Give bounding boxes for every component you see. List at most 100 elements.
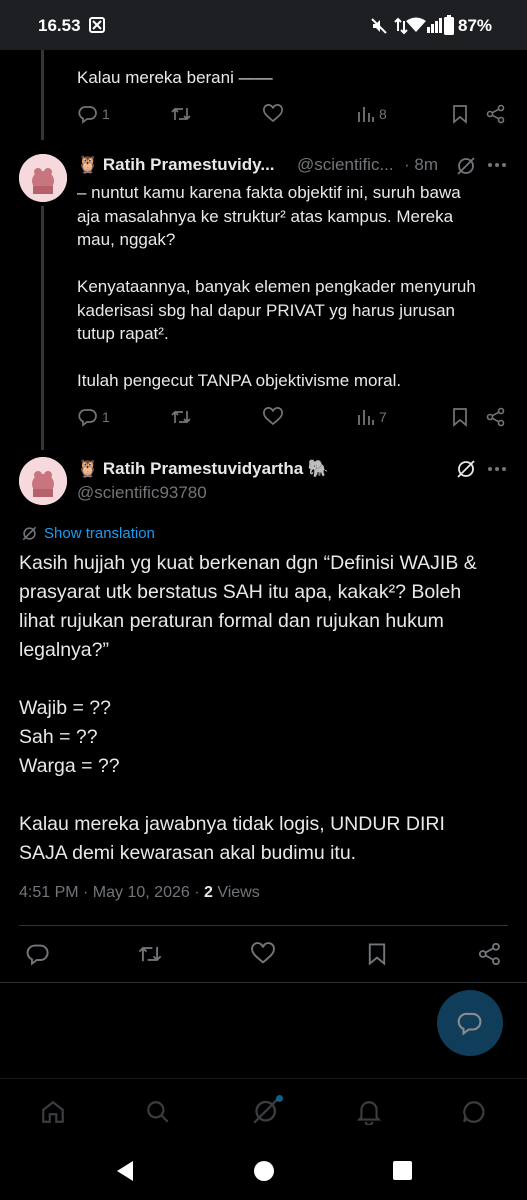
avatar-image [19,457,67,505]
reply-icon [457,1012,482,1036]
heart-icon [251,942,275,964]
more-icon[interactable] [487,466,507,472]
bookmark-icon [453,408,467,427]
bookmark-icon [368,943,386,966]
like-button[interactable] [263,407,283,427]
tweet-meta: 4:51 PM · May 10, 2026 · 2 Views [19,884,260,902]
tweet-timestamp[interactable]: 4:51 PM · May 10, 2026 · [19,884,204,901]
messages-icon[interactable] [460,1099,488,1125]
tweet-text: Kalau mereka berani —— [77,68,273,87]
views-icon [358,107,374,122]
views-button[interactable]: 8 [357,104,387,124]
grok-icon[interactable] [455,155,477,177]
author-handle[interactable]: @scientific93780 [77,483,207,503]
tweet-line: mau, nggak? [77,230,176,249]
share-button[interactable] [486,407,506,427]
author-name[interactable]: 🦉 Ratih Pramestuvidyartha 🐘 [77,459,329,479]
tweet-line: Kalau mereka jawabnya tidak logis, UNDUR… [19,813,445,835]
tweet-line: Warga = ?? [19,755,120,777]
reply-button[interactable] [26,942,50,966]
retweet-button[interactable] [137,942,163,966]
search-icon[interactable] [145,1099,171,1125]
retweet-button[interactable] [170,407,192,427]
reply-icon [26,944,49,966]
tweet-line: lihat rujukan peraturan formal dan rujuk… [19,610,444,632]
tweet-line: legalnya?” [19,639,109,661]
tweet-line: SAJA demi kewarasan akal budimu itu. [19,842,357,864]
retweet-button[interactable] [170,104,192,124]
heart-icon [263,407,283,426]
battery-icon [444,15,454,35]
bookmark-icon [453,105,467,124]
tweet-line: aja masalahnya ke struktur² atas kampus.… [77,206,454,226]
reply-count: 1 [102,409,110,425]
divider [19,925,508,926]
share-icon [478,942,500,966]
divider [0,982,527,983]
home-button-icon[interactable] [253,1160,275,1182]
heart-icon [263,104,283,123]
share-icon [486,407,505,427]
bottom-nav [0,1078,527,1144]
views-count: 2 [203,884,213,901]
retweet-icon [171,107,191,121]
main-tweet-body: Kasih hujjah yg kuat berkenan dgn “Defin… [19,549,519,868]
share-button[interactable] [478,942,502,966]
show-translation-button[interactable]: Show translation [21,525,155,542]
home-icon[interactable] [40,1099,66,1125]
compose-reply-button[interactable] [437,990,503,1056]
main-action-bar [0,942,527,966]
grok-icon [22,526,37,541]
like-button[interactable] [251,942,275,966]
notifications-icon[interactable] [357,1099,381,1125]
tweet-time[interactable]: · 8m [404,155,438,175]
views-icon [358,410,374,425]
tweet-line: prasyarat utk berstatus SAH itu apa, kak… [19,581,462,603]
tweet-line: kaderisasi sbg hal dapur PRIVAT yg harus… [77,300,455,320]
views-label: Views [212,884,260,901]
views-count: 7 [379,409,387,425]
status-bar: 16.53 87% [0,0,527,50]
recents-icon[interactable] [393,1161,412,1180]
battery-percent: 87% [458,16,493,35]
tweet-action-bar: 1 8 [0,104,527,128]
retweet-icon [138,946,162,962]
tweet-line: Kenyataannya, banyak elemen pengkader me… [77,277,476,296]
mute-icon [371,18,387,34]
views-button[interactable]: 7 [357,407,387,427]
bookmark-button[interactable] [451,104,469,124]
author-name[interactable]: 🦉 Ratih Pramestuvidy... [77,155,275,175]
like-button[interactable] [263,104,283,124]
back-icon[interactable] [115,1160,135,1182]
reply-count: 1 [102,106,110,122]
more-icon[interactable] [487,162,507,168]
avatar-image [19,154,67,202]
reply-icon [78,106,97,124]
system-nav-bar [0,1144,527,1200]
avatar[interactable] [19,154,67,202]
tweet-line: Wajib = ?? [19,697,111,719]
show-translation-label: Show translation [44,525,155,542]
gallery-notification-icon [89,17,105,33]
views-count: 8 [379,106,387,122]
share-button[interactable] [486,104,506,124]
bookmark-button[interactable] [366,942,388,966]
tweet-body: – nuntut kamu karena fakta objektif ini,… [77,181,517,393]
reply-button[interactable]: 1 [78,104,110,124]
reply-icon [78,409,97,427]
reply-button[interactable]: 1 [78,407,110,427]
share-icon [486,104,505,124]
grok-icon[interactable] [455,458,477,480]
avatar[interactable] [19,457,67,505]
signal-icon [427,18,442,33]
tweet-line: Itulah pengecut TANPA objektivisme moral… [77,371,402,390]
tweet-line: Kasih hujjah yg kuat berkenan dgn “Defin… [19,552,477,574]
grok-nav-icon[interactable] [251,1095,285,1125]
wifi-icon [406,17,426,32]
author-handle[interactable]: @scientific... [297,155,394,175]
bookmark-button[interactable] [451,407,469,427]
